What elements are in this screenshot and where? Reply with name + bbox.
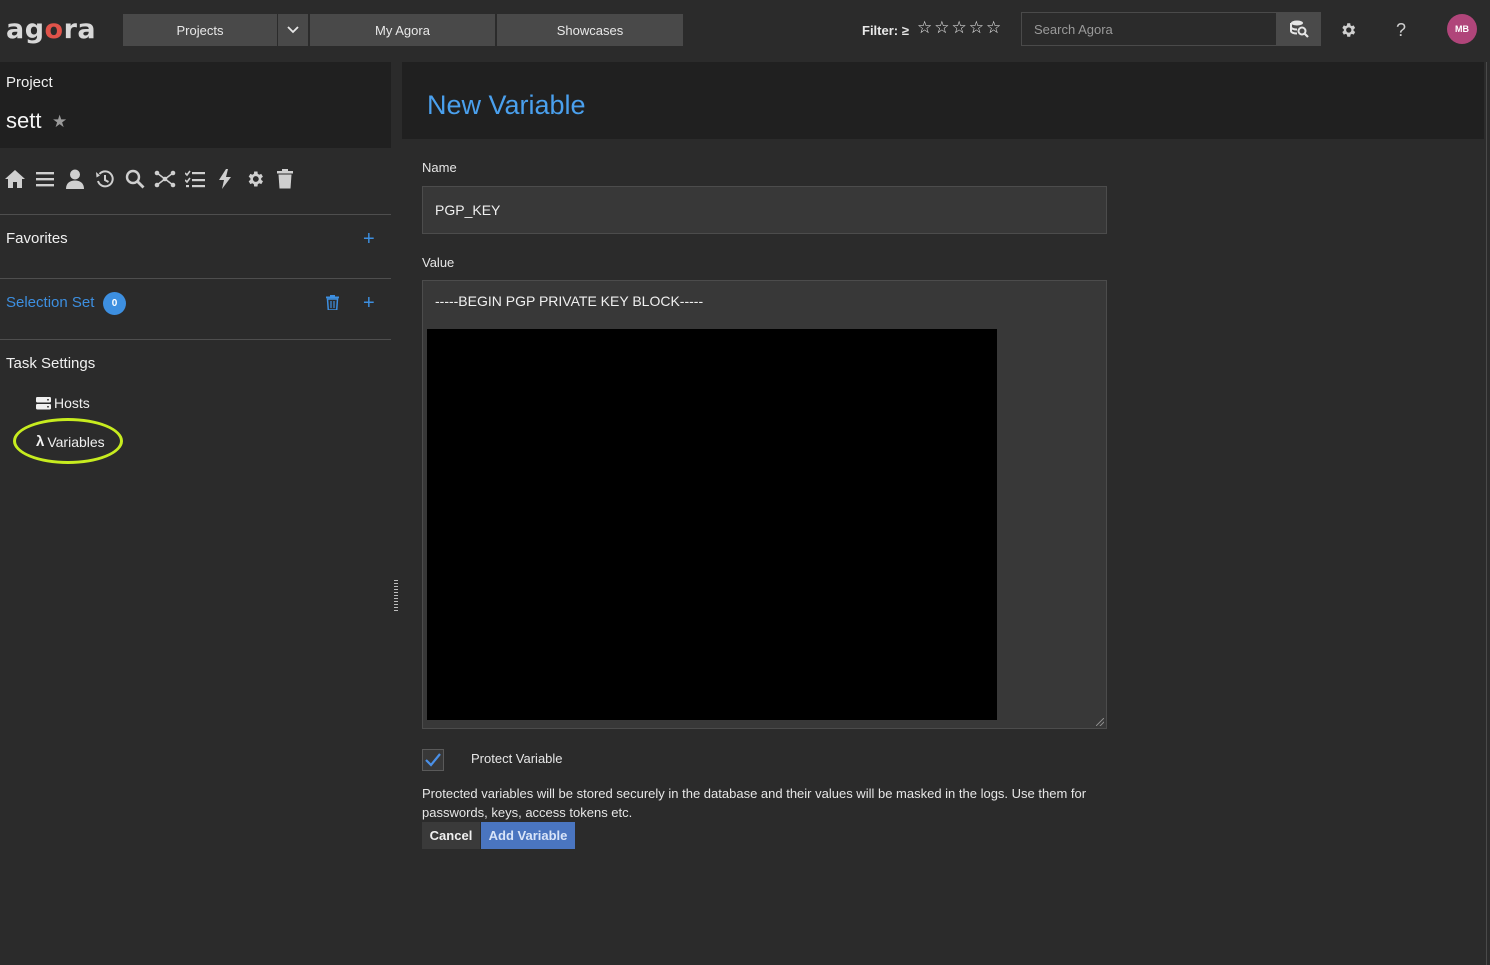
star-icon[interactable]: ☆ — [986, 18, 1001, 38]
flow-icon[interactable] — [154, 168, 176, 190]
agora-logo[interactable]: agora — [6, 14, 96, 45]
scrollbar-line — [1486, 62, 1487, 965]
star-icon[interactable]: ☆ — [952, 18, 967, 38]
cancel-button[interactable]: Cancel — [422, 822, 480, 849]
clear-selection-trash-icon[interactable] — [326, 295, 339, 315]
list-icon[interactable] — [34, 168, 56, 190]
database-search-icon — [1290, 20, 1309, 38]
project-label: Project — [6, 74, 53, 91]
project-toolbar — [4, 168, 296, 190]
checkmark-icon — [425, 753, 441, 767]
server-icon — [36, 396, 51, 409]
help-icon[interactable]: ? — [1389, 18, 1413, 42]
selection-count-badge: 0 — [103, 292, 126, 315]
search-icon[interactable] — [124, 168, 146, 190]
scrollbar[interactable] — [1484, 62, 1490, 965]
selection-set-title[interactable]: Selection Set — [6, 294, 94, 311]
search-input[interactable]: Search Agora — [1021, 12, 1277, 46]
textarea-resize-grip[interactable] — [1096, 718, 1104, 726]
trash-icon[interactable] — [274, 168, 296, 190]
history-icon[interactable] — [94, 168, 116, 190]
sidebar-item-label: Hosts — [54, 395, 90, 411]
name-input[interactable]: PGP_KEY — [422, 186, 1107, 234]
main-panel: New Variable Name PGP_KEY Value -----BEG… — [402, 62, 1484, 965]
projects-button[interactable]: Projects — [123, 14, 277, 46]
checklist-icon[interactable] — [184, 168, 206, 190]
value-label: Value — [422, 255, 455, 270]
name-label: Name — [422, 160, 457, 175]
page-header: New Variable — [402, 62, 1484, 139]
add-variable-button[interactable]: Add Variable — [481, 822, 575, 849]
top-bar: agora Projects My Agora Showcases Filter… — [0, 0, 1490, 60]
page-title: New Variable — [427, 90, 586, 120]
star-icon[interactable]: ☆ — [917, 18, 932, 38]
sidebar-item-hosts[interactable]: Hosts — [36, 395, 90, 411]
chevron-down-icon — [287, 26, 299, 34]
protect-help-text: Protected variables will be stored secur… — [422, 786, 1087, 820]
protect-variable-label[interactable]: Protect Variable — [471, 751, 563, 766]
user-avatar[interactable]: MB — [1447, 14, 1477, 44]
protect-variable-checkbox[interactable] — [422, 749, 444, 771]
star-icon[interactable]: ★ — [52, 112, 67, 132]
favorites-title: Favorites — [6, 230, 68, 247]
star-icon[interactable]: ☆ — [969, 18, 984, 38]
annotation-highlight-ring — [13, 418, 123, 464]
value-textarea[interactable]: -----BEGIN PGP PRIVATE KEY BLOCK----- — [422, 280, 1107, 729]
divider — [0, 339, 391, 340]
bolt-icon[interactable] — [214, 168, 236, 190]
divider — [0, 278, 391, 279]
filter-label: Filter: ≥ — [862, 23, 909, 38]
redacted-content — [427, 329, 997, 720]
panel-resize-handle[interactable] — [394, 580, 398, 612]
user-icon[interactable] — [64, 168, 86, 190]
project-header: Project sett ★ — [0, 62, 391, 148]
add-favorite-plus-icon[interactable]: + — [363, 229, 375, 249]
project-name[interactable]: sett — [6, 108, 41, 134]
search-button[interactable] — [1277, 12, 1321, 46]
rating-filter[interactable]: ☆ ☆ ☆ ☆ ☆ — [917, 18, 1001, 38]
add-selection-plus-icon[interactable]: + — [363, 293, 375, 313]
projects-dropdown-button[interactable] — [278, 14, 308, 46]
value-first-line: -----BEGIN PGP PRIVATE KEY BLOCK----- — [435, 293, 704, 309]
showcases-button[interactable]: Showcases — [497, 14, 683, 46]
sidebar: Project sett ★ Favorites + Selection Set… — [0, 62, 391, 965]
home-icon[interactable] — [4, 168, 26, 190]
settings-gear-icon[interactable] — [1336, 18, 1360, 42]
divider — [0, 214, 391, 215]
star-icon[interactable]: ☆ — [934, 18, 949, 38]
task-settings-title: Task Settings — [6, 355, 96, 372]
gear-icon[interactable] — [244, 168, 266, 190]
my-agora-button[interactable]: My Agora — [310, 14, 495, 46]
